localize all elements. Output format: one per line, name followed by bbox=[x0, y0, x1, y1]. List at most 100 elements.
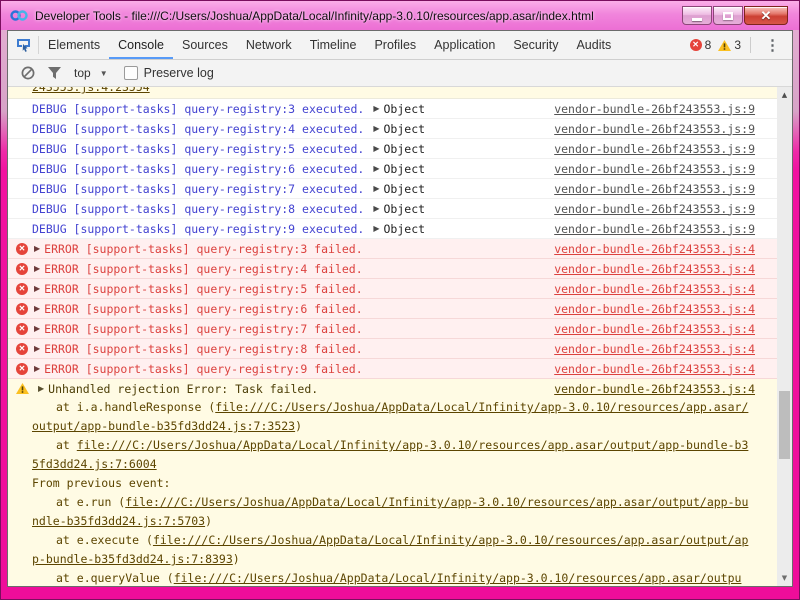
error-icon: ✕ bbox=[690, 39, 702, 51]
source-link[interactable]: vendor-bundle-26bf243553.js:4 bbox=[554, 322, 755, 336]
expand-arrow-icon[interactable]: ▶ bbox=[373, 124, 379, 133]
expand-arrow-icon[interactable]: ▶ bbox=[373, 184, 379, 193]
source-link[interactable]: vendor-bundle-26bf243553.js:9 bbox=[554, 162, 755, 176]
warning-count: 3 bbox=[734, 38, 741, 52]
devtools-tab[interactable]: Elements bbox=[39, 31, 109, 59]
error-icon: ✕ bbox=[16, 283, 28, 295]
source-link[interactable]: vendor-bundle-26bf243553.js:9 bbox=[554, 122, 755, 136]
devtools-tab[interactable]: Console bbox=[109, 31, 173, 59]
devtools-tab[interactable]: Audits bbox=[567, 31, 620, 59]
context-selected-value: top bbox=[74, 66, 91, 80]
console-row-debug: DEBUG [support-tasks] query-registry:5 e… bbox=[8, 139, 777, 159]
devtools-tab[interactable]: Sources bbox=[173, 31, 237, 59]
stack-frame-link[interactable]: file:///C:/Users/Joshua/AppData/Local/In… bbox=[32, 438, 748, 471]
preserve-log-checkbox[interactable] bbox=[124, 66, 138, 80]
minimize-icon bbox=[692, 18, 702, 21]
console-row-debug: DEBUG [support-tasks] query-registry:4 e… bbox=[8, 119, 777, 139]
scrollbar-thumb[interactable] bbox=[779, 391, 790, 459]
app-infinity-icon bbox=[10, 9, 28, 22]
console-row-error: ✕ ▶ ERROR [support-tasks] query-registry… bbox=[8, 279, 777, 299]
preserve-log-label[interactable]: Preserve log bbox=[144, 66, 214, 80]
devtools-tab[interactable]: Application bbox=[425, 31, 504, 59]
error-count-badge[interactable]: ✕ 8 bbox=[690, 38, 712, 52]
object-preview[interactable]: Object bbox=[384, 162, 426, 176]
expand-arrow-icon[interactable]: ▶ bbox=[34, 344, 40, 353]
console-panel: 243553.js:4:23554 DEBUG [support-tasks] … bbox=[8, 87, 792, 586]
source-link[interactable]: vendor-bundle-26bf243553.js:9 bbox=[554, 102, 755, 116]
warning-icon bbox=[718, 40, 731, 51]
execution-context-selector[interactable]: top ▼ bbox=[74, 66, 108, 80]
console-row-partial-warning: 243553.js:4:23554 bbox=[8, 87, 777, 99]
expand-arrow-icon[interactable]: ▶ bbox=[34, 264, 40, 273]
error-count: 8 bbox=[705, 38, 712, 52]
expand-arrow-icon[interactable]: ▶ bbox=[373, 144, 379, 153]
chevron-down-icon: ▼ bbox=[100, 69, 108, 78]
stack-frame-link[interactable]: file:///C:/Users/Joshua/AppData/Local/In… bbox=[32, 495, 748, 528]
devtools-tab[interactable]: Profiles bbox=[365, 31, 425, 59]
filter-icon[interactable] bbox=[48, 67, 61, 79]
scroll-down-icon[interactable]: ▼ bbox=[777, 574, 792, 582]
expand-arrow-icon[interactable]: ▶ bbox=[34, 364, 40, 373]
overflow-menu-button[interactable]: ⋮ bbox=[757, 36, 788, 54]
devtools-tab[interactable]: Network bbox=[237, 31, 301, 59]
tab-label: Elements bbox=[48, 38, 100, 52]
stack-frame-function: at e.execute ( bbox=[56, 533, 153, 547]
close-button[interactable]: ✕ bbox=[744, 6, 788, 25]
source-link[interactable]: vendor-bundle-26bf243553.js:9 bbox=[554, 142, 755, 156]
source-link[interactable]: vendor-bundle-26bf243553.js:4 bbox=[554, 302, 755, 316]
stack-frame-suffix: ) bbox=[233, 552, 240, 566]
log-message: ERROR [support-tasks] query-registry:4 f… bbox=[44, 262, 363, 276]
scroll-up-icon[interactable]: ▲ bbox=[777, 91, 792, 99]
object-preview[interactable]: Object bbox=[384, 102, 426, 116]
title-bar: Developer Tools - file:///C:/Users/Joshu… bbox=[1, 1, 799, 30]
source-link[interactable]: vendor-bundle-26bf243553.js:9 bbox=[554, 202, 755, 216]
expand-arrow-icon[interactable]: ▶ bbox=[34, 304, 40, 313]
expand-arrow-icon[interactable]: ▶ bbox=[34, 284, 40, 293]
source-link[interactable]: 243553.js:4:23554 bbox=[32, 87, 150, 94]
badge-separator bbox=[750, 37, 751, 53]
error-icon: ✕ bbox=[16, 323, 28, 335]
devtools-tab[interactable]: Timeline bbox=[301, 31, 366, 59]
maximize-button[interactable] bbox=[713, 6, 743, 25]
object-preview[interactable]: Object bbox=[384, 142, 426, 156]
stack-frame: at file:///C:/Users/Joshua/AppData/Local… bbox=[32, 436, 751, 474]
expand-arrow-icon[interactable]: ▶ bbox=[373, 104, 379, 113]
source-link[interactable]: vendor-bundle-26bf243553.js:4 bbox=[554, 242, 755, 256]
expand-arrow-icon[interactable]: ▶ bbox=[34, 244, 40, 253]
warning-count-badge[interactable]: 3 bbox=[718, 38, 741, 52]
console-row-error: ✕ ▶ ERROR [support-tasks] query-registry… bbox=[8, 239, 777, 259]
source-link[interactable]: vendor-bundle-26bf243553.js:4 bbox=[554, 362, 755, 376]
expand-arrow-icon[interactable]: ▶ bbox=[373, 164, 379, 173]
devtools-tab[interactable]: Security bbox=[504, 31, 567, 59]
expand-arrow-icon[interactable]: ▶ bbox=[34, 324, 40, 333]
tab-label: Sources bbox=[182, 38, 228, 52]
window-title: Developer Tools - file:///C:/Users/Joshu… bbox=[35, 9, 594, 23]
log-message: ERROR [support-tasks] query-registry:6 f… bbox=[44, 302, 363, 316]
expand-arrow-icon[interactable]: ▶ bbox=[38, 384, 44, 393]
minimize-button[interactable] bbox=[682, 6, 712, 25]
devtools-window: Developer Tools - file:///C:/Users/Joshu… bbox=[0, 0, 800, 600]
source-link[interactable]: vendor-bundle-26bf243553.js:4 bbox=[554, 262, 755, 276]
object-preview[interactable]: Object bbox=[384, 202, 426, 216]
vertical-scrollbar[interactable]: ▲ ▼ bbox=[777, 87, 792, 586]
inspect-cursor-icon bbox=[16, 38, 31, 53]
warning-header: ▶ Unhandled rejection Error: Task failed… bbox=[8, 379, 777, 398]
expand-arrow-icon[interactable]: ▶ bbox=[373, 204, 379, 213]
log-message: ERROR [support-tasks] query-registry:9 f… bbox=[44, 362, 363, 376]
source-link[interactable]: vendor-bundle-26bf243553.js:4 bbox=[554, 282, 755, 296]
source-link[interactable]: vendor-bundle-26bf243553.js:4 bbox=[554, 342, 755, 356]
console-row-debug: DEBUG [support-tasks] query-registry:9 e… bbox=[8, 219, 777, 239]
object-preview[interactable]: Object bbox=[384, 222, 426, 236]
devtools-content: Elements Console Sources Network bbox=[7, 30, 793, 587]
stack-trace: at i.a.handleResponse (file:///C:/Users/… bbox=[8, 398, 777, 586]
source-link[interactable]: vendor-bundle-26bf243553.js:4 bbox=[554, 382, 755, 396]
source-link[interactable]: vendor-bundle-26bf243553.js:9 bbox=[554, 182, 755, 196]
tab-label: Console bbox=[118, 38, 164, 52]
stack-frame: at i.a.handleResponse (file:///C:/Users/… bbox=[32, 398, 751, 436]
object-preview[interactable]: Object bbox=[384, 182, 426, 196]
source-link[interactable]: vendor-bundle-26bf243553.js:9 bbox=[554, 222, 755, 236]
expand-arrow-icon[interactable]: ▶ bbox=[373, 224, 379, 233]
inspect-element-button[interactable] bbox=[8, 31, 38, 59]
clear-console-button[interactable] bbox=[21, 66, 35, 80]
object-preview[interactable]: Object bbox=[384, 122, 426, 136]
